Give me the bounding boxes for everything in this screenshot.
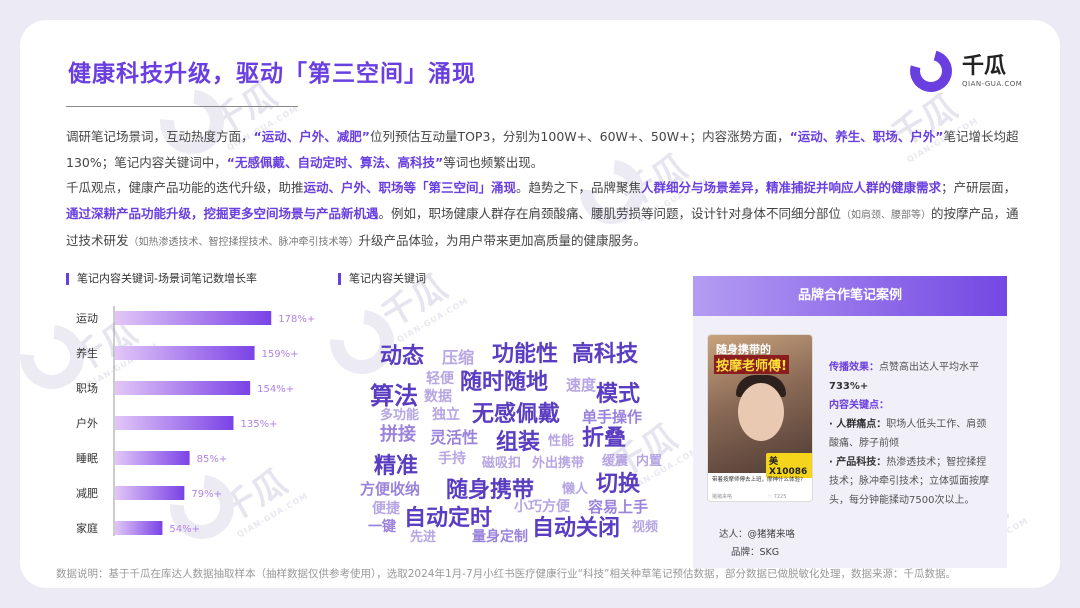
- logo-subtext: QIAN-GUA.COM: [962, 80, 1023, 88]
- wordcloud-word: 模式: [596, 382, 641, 407]
- wordcloud-word: 高科技: [572, 342, 639, 367]
- paragraph-run: 。例如，职场健康人群存在肩颈酸痛、腰肌劳损等问题，设计针对身体不同细分部位: [378, 205, 842, 221]
- case-brand: 品牌：SKG: [731, 547, 780, 558]
- wordcloud-word: 数据: [424, 389, 452, 405]
- bar-category-label: 运动: [76, 312, 98, 325]
- wordcloud-word: 拼接: [380, 424, 416, 445]
- paragraph-run: “运动、户外、减肥”: [253, 129, 370, 144]
- paragraph-viewpoint: 千瓜观点，健康产品功能的迭代升级，助推运动、户外、职场等「第三空间」涌现。趋势之…: [66, 175, 1026, 256]
- bar-category-label: 养生: [76, 346, 98, 360]
- paragraph-run: 等词也频繁出现。: [443, 154, 544, 170]
- wordcloud-title: 笔记内容关键词: [338, 273, 426, 285]
- bar: [115, 486, 185, 500]
- paragraph-run: 。趋势之下，品牌聚焦: [516, 180, 642, 195]
- data-footnote: 数据说明：基于千瓜在库达人数据抽取样本（抽样数据仅供参考使用），选取2024年1…: [56, 568, 956, 580]
- bar: [115, 451, 190, 465]
- wordcloud-word: 精准: [374, 454, 419, 479]
- paragraph-run: “运动、养生、职场、户外”: [789, 129, 944, 144]
- paragraph-run: 千瓜观点，健康产品功能的迭代升级，助推: [66, 180, 304, 195]
- note-thumbnail[interactable]: 随身携带的 按摩老师傅! 美X10086 带着按摩师傅去上班，摩神什么体验? 猪…: [707, 334, 813, 502]
- cover-face: [738, 383, 784, 441]
- paragraph-run: 人群细分与场景差异，精准捕捉并响应人群的健康需求: [641, 180, 942, 195]
- note-caption: 带着按摩师傅去上班，摩神什么体验?: [712, 477, 803, 483]
- note-author: 猪猪来咯: [712, 494, 733, 500]
- bar-category-label: 减肥: [76, 487, 98, 500]
- wordcloud-word: 随时随地: [460, 370, 549, 395]
- wordcloud-word: 自动关闭: [532, 516, 621, 541]
- bar: [115, 381, 251, 395]
- wordcloud-word: 外出携带: [532, 456, 585, 471]
- paragraph-run: （如肩颈、腰部等）: [841, 209, 932, 221]
- paragraph-run: （如热渗透技术、智控揉捏技术、脉冲牵引技术等）: [128, 237, 359, 248]
- bar-category-label: 睡眠: [76, 452, 98, 465]
- cover-title-line2: 按摩老师傅!: [714, 355, 789, 374]
- case-title: 品牌合作笔记案例: [693, 276, 1007, 316]
- case-panel: 品牌合作笔记案例 随身携带的 按摩老师傅! 美X10086 带着按摩师傅去上班，…: [693, 276, 1007, 568]
- brand-logo: 千瓜 QIAN-GUA.COM: [902, 42, 1030, 100]
- bar-value-label: 178%+: [278, 314, 315, 325]
- bar-value-label: 85%+: [197, 454, 228, 465]
- paragraph-run: 通过深耕产品功能升级，挖掘更多空间场景与产品新机遇: [66, 205, 379, 221]
- paragraph-run: 位列预估互动量TOP3，分别为100W+、60W+、50W+；内容涨势方面，: [369, 129, 790, 144]
- slide-card: 千瓜 QIAN-GUA.COM 千瓜 QIAN-GUA.COM 千瓜 QIAN-GUA…: [20, 20, 1060, 588]
- wordcloud-word: 视频: [632, 520, 659, 535]
- paragraph-run: 升级产品体验，为用户带来更加高质量的健康服务。: [358, 233, 647, 248]
- paragraph-run: 调研笔记场景词，互动热度方面，: [66, 129, 254, 144]
- heart-icon: ♡: [767, 494, 773, 500]
- case-key-point-1: · 人群痛点：职场人低头工作、肩颈酸痛、脖子前倾: [829, 419, 987, 449]
- wordcloud-word: 磁吸扣: [482, 456, 522, 471]
- cover-badge: 美X10086: [766, 453, 812, 478]
- case-key-point-2: · 产品科技：热渗透技术；智控揉捏技术；脉冲牵引技术；立体弧面按摩头，每分钟能揉…: [829, 457, 989, 506]
- title-underline: [66, 106, 298, 107]
- bar-value-label: 154%+: [257, 384, 294, 395]
- wordcloud-word: 性能: [548, 434, 575, 449]
- wordcloud-word: 独立: [432, 407, 460, 423]
- bar: [115, 521, 163, 535]
- paragraph-run: “无感佩戴、自动定时、算法、高科技”: [226, 154, 444, 170]
- case-key-label: 内容关键点：: [829, 400, 889, 411]
- note-cover-image: 随身携带的 按摩老师傅! 美X10086: [708, 335, 812, 478]
- bar: [115, 416, 234, 430]
- wordcloud-word: 切换: [596, 472, 641, 497]
- case-details: 传播效果：点赞高出达人平均水平733%+ 内容关键点： · 人群痛点：职场人低头…: [829, 358, 995, 510]
- wordcloud-word: 速度: [566, 376, 597, 394]
- growth-bar-chart: 运动 178%+ 养生 159%+ 职场 154%+ 户外 135%+ 睡眠 85%+ 减肥 79%+…: [76, 306, 315, 536]
- logo-text: 千瓜: [962, 54, 1007, 79]
- case-effect: 传播效果：点赞高出达人平均水平733%+: [829, 362, 979, 392]
- case-influencer: 达人：@猪猪来咯: [719, 529, 796, 540]
- wordcloud-word: 量身定制: [472, 529, 528, 545]
- bar: [115, 311, 272, 325]
- wordcloud-word: 一键: [368, 519, 396, 535]
- wordcloud-word: 手持: [438, 451, 466, 467]
- bar-category-label: 职场: [76, 381, 98, 395]
- note-likes: 7225: [773, 494, 787, 500]
- analysis-paragraph: 调研笔记场景词，互动热度方面，“运动、户外、减肥”位列预估互动量TOP3，分别为…: [66, 124, 1026, 256]
- paragraph-research: 调研笔记场景词，互动热度方面，“运动、户外、减肥”位列预估互动量TOP3，分别为…: [66, 124, 1026, 175]
- bar-chart-title: 笔记内容关键词-场景词笔记数增长率: [66, 273, 257, 285]
- wordcloud-word: 折叠: [582, 426, 627, 451]
- wordcloud-word: 方便收纳: [360, 480, 421, 498]
- page-title: 健康科技升级，驱动「第三空间」涌现: [68, 61, 476, 87]
- wordcloud-word: 灵活性: [430, 428, 479, 447]
- wordcloud-word: 懒人: [562, 482, 589, 497]
- keyword-wordcloud: 动态 压缩 功能性 高科技 轻便 数据 随时随地 速度 算法 模式 多功能 独立 无感佩戴 单手操作 拼接灵…: [350, 320, 662, 552]
- bar-value-label: 54%+: [169, 524, 200, 535]
- wordcloud-word: 先进: [410, 530, 437, 545]
- bar-value-label: 135%+: [241, 419, 278, 430]
- wordcloud-word: 轻便: [426, 371, 454, 387]
- wordcloud-word: 动态: [380, 344, 425, 369]
- bar-value-label: 79%+: [191, 489, 222, 500]
- bar-value-label: 159%+: [262, 349, 299, 360]
- bar-category-label: 家庭: [76, 521, 98, 535]
- paragraph-run: ；产研层面，: [941, 180, 1017, 195]
- paragraph-run: 运动、户外、职场等「第三空间」涌现: [303, 180, 517, 195]
- wordcloud-word: 便捷: [372, 501, 400, 517]
- bar-category-label: 户外: [76, 416, 98, 430]
- bar: [115, 346, 255, 360]
- note-footer: 猪猪来咯 ♡ 7225: [712, 493, 810, 500]
- logo-ring-icon: [902, 42, 960, 100]
